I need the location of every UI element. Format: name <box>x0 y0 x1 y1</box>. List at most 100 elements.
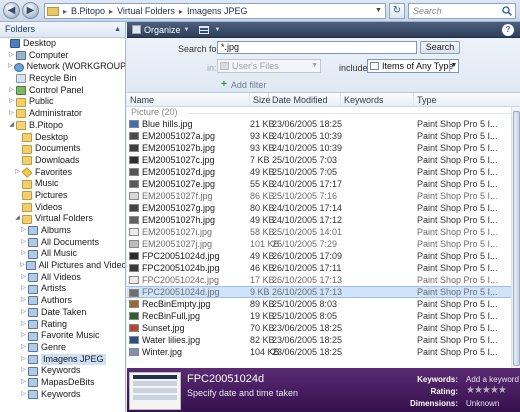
file-row[interactable]: EM20051027i.jpg 58 KB 25/10/2005 14:01 Pain… <box>127 226 520 238</box>
tree-item[interactable]: Pictures <box>0 190 125 202</box>
file-row[interactable]: FPC20051024d.jpg 49 KB 26/10/2005 17:09 Pai… <box>127 250 520 262</box>
file-row[interactable]: FPC20051024c.jpg 17 KB 26/10/2005 17:13 Pai… <box>127 274 520 286</box>
column-header-keywords[interactable]: Keywords <box>341 93 414 107</box>
tree-item[interactable]: ▷ Control Panel <box>0 85 125 97</box>
file-row[interactable]: FPC20051024b.jpg 46 KB 26/10/2005 17:11 Pai… <box>127 262 520 274</box>
file-row[interactable]: EM20051027d.jpg 49 KB 25/10/2005 7:05 Paint… <box>127 166 520 178</box>
file-row[interactable]: EM20051027g.jpg 80 KB 24/10/2005 17:14 Pain… <box>127 202 520 214</box>
file-row[interactable]: Winter.jpg 104 KB 23/06/2005 18:25 Paint Sh… <box>127 346 520 358</box>
expand-arrow-icon[interactable]: ▷ <box>20 330 27 342</box>
breadcrumb-item[interactable]: B.Pitopo <box>69 6 107 16</box>
tree-item[interactable]: ▷ Albums <box>0 225 125 237</box>
collapse-chevron-icon[interactable]: ▲ <box>114 22 121 37</box>
forward-button[interactable]: ▶ <box>22 2 39 19</box>
column-header-size[interactable]: Size <box>250 93 271 107</box>
expand-arrow-icon[interactable]: ▷ <box>20 237 27 249</box>
tree-item[interactable]: Downloads <box>0 155 125 167</box>
column-header-type[interactable]: Type <box>414 93 520 107</box>
tree-item[interactable]: ◢ B.Pitopo <box>0 120 125 132</box>
expand-arrow-icon[interactable]: ▷ <box>20 283 27 295</box>
vertical-scrollbar[interactable] <box>511 107 520 368</box>
tree-item[interactable]: ▷ All Music <box>0 248 125 260</box>
details-date-taken[interactable]: Specify date and time taken <box>187 388 298 398</box>
expand-arrow-icon[interactable]: ▷ <box>20 354 27 366</box>
tree-item[interactable]: Desktop <box>0 132 125 144</box>
file-row[interactable]: EM20051027h.jpg 49 KB 24/10/2005 17:12 Pain… <box>127 214 520 226</box>
address-field[interactable]: ▸ B.Pitopo ▸ Virtual Folders ▸ Imagens J… <box>44 3 374 19</box>
tree-item[interactable]: Videos <box>0 202 125 214</box>
file-row[interactable]: Water lilies.jpg 82 KB 23/06/2005 18:25 Pai… <box>127 334 520 346</box>
search-button[interactable]: Search <box>420 41 460 54</box>
tree-item[interactable]: Documents <box>0 143 125 155</box>
expand-arrow-icon[interactable]: ▷ <box>20 225 27 237</box>
expand-arrow-icon[interactable]: ▷ <box>8 61 13 73</box>
breadcrumb-item[interactable]: Imagens JPEG <box>185 6 250 16</box>
expand-arrow-icon[interactable]: ▷ <box>20 248 27 260</box>
tree-item[interactable]: ▷ Genre <box>0 342 125 354</box>
file-row[interactable]: Blue hills.jpg 21 KB 23/06/2005 18:25 Paint… <box>127 118 520 130</box>
expand-arrow-icon[interactable]: ▷ <box>20 307 27 319</box>
file-row[interactable]: EM20051027j.jpg 101 KB 25/10/2005 7:29 Pain… <box>127 238 520 250</box>
back-button[interactable]: ◀ <box>3 2 20 19</box>
expand-arrow-icon[interactable]: ▷ <box>20 377 27 389</box>
tree-item[interactable]: ▷ MapasDeBits <box>0 377 125 389</box>
tree-item[interactable]: ▷ Administrator <box>0 108 125 120</box>
rating-stars[interactable]: ★★★★★ <box>466 385 507 396</box>
file-row[interactable]: EM20051027c.jpg 7 KB 25/10/2005 7:03 Paint … <box>127 154 520 166</box>
search-for-input[interactable]: *.jpg <box>217 41 417 54</box>
tree-item[interactable]: ▷ Date Taken <box>0 307 125 319</box>
expand-arrow-icon[interactable]: ▷ <box>8 96 15 108</box>
file-row[interactable]: EM20051027a.jpg 93 KB 24/10/2005 10:39 Pain… <box>127 130 520 142</box>
tree-item[interactable]: ▷ Rating <box>0 319 125 331</box>
file-row[interactable]: Sunset.jpg 70 KB 23/06/2005 18:25 Paint Sho… <box>127 322 520 334</box>
tree-item[interactable]: Recycle Bin <box>0 73 125 85</box>
file-row[interactable]: EM20051027e.jpg 55 KB 24/10/2005 17:17 Pain… <box>127 178 520 190</box>
file-row[interactable]: EM20051027b.jpg 93 KB 24/10/2005 10:39 Pain… <box>127 142 520 154</box>
scrollbar-thumb[interactable] <box>513 111 520 366</box>
expand-arrow-icon[interactable]: ▷ <box>8 108 15 120</box>
tree-item[interactable]: ▷ All Pictures and Videos <box>0 260 125 272</box>
expand-arrow-icon[interactable]: ▷ <box>20 272 27 284</box>
help-button[interactable]: ? <box>502 23 514 36</box>
tree-item[interactable]: ▷ Keywords <box>0 389 125 401</box>
file-row[interactable]: EM20051027f.jpg 86 KB 25/10/2005 7:16 Paint… <box>127 190 520 202</box>
expand-arrow-icon[interactable]: ▷ <box>20 342 27 354</box>
tree-item[interactable]: ▷ Artists <box>0 283 125 295</box>
file-row[interactable]: RecBinEmpty.jpg 89 KB 25/10/2005 8:03 Paint… <box>127 298 520 310</box>
views-button[interactable]: ▼ <box>194 22 225 38</box>
expand-arrow-icon[interactable]: ▷ <box>20 389 27 401</box>
tree-item[interactable]: ◢ Virtual Folders <box>0 213 125 225</box>
search-input[interactable]: Search <box>408 3 516 19</box>
expand-arrow-icon[interactable]: ▷ <box>8 85 15 97</box>
expand-arrow-icon[interactable]: ▷ <box>20 260 25 272</box>
tree-item[interactable]: ▷ Favorite Music <box>0 330 125 342</box>
tree-item[interactable]: ▷ Computer <box>0 50 125 62</box>
breadcrumb-item[interactable]: Virtual Folders <box>115 6 177 16</box>
tree-item[interactable]: Music <box>0 178 125 190</box>
expand-arrow-icon[interactable]: ▷ <box>20 295 27 307</box>
expand-arrow-icon[interactable]: ▷ <box>14 167 21 179</box>
tree-item[interactable]: Desktop <box>0 38 125 50</box>
expand-arrow-icon[interactable]: ▷ <box>20 319 27 331</box>
column-header-name[interactable]: Name <box>127 93 250 107</box>
group-header[interactable]: Picture (20) <box>127 107 520 118</box>
refresh-button[interactable]: ↻ <box>389 3 405 19</box>
column-header-date-modified[interactable]: Date Modified <box>269 93 341 107</box>
expand-arrow-icon[interactable]: ◢ <box>14 213 21 225</box>
expand-arrow-icon[interactable]: ▷ <box>20 365 27 377</box>
expand-arrow-icon[interactable]: ▷ <box>8 50 15 62</box>
tree-item[interactable]: ▷ Imagens JPEG <box>0 353 125 366</box>
expand-arrow-icon[interactable]: ◢ <box>8 120 15 132</box>
tree-item[interactable]: ▷ All Documents <box>0 237 125 249</box>
tree-item[interactable]: ▷ Favorites <box>0 167 125 179</box>
tree-item[interactable]: ▷ Network (WORKGROUP) <box>0 61 125 73</box>
include-select[interactable]: Items of Any Type ▼ <box>367 59 459 73</box>
tree-item[interactable]: ▷ Keywords <box>0 365 125 377</box>
file-row[interactable]: FPC20051024d.jpg 9 KB 26/10/2005 17:13 Pain… <box>127 286 520 298</box>
address-dropdown-button[interactable]: ▼ <box>372 3 386 19</box>
tree-item[interactable]: ▷ All Videos <box>0 272 125 284</box>
tree-item[interactable]: ▷ Authors <box>0 295 125 307</box>
tree-item[interactable]: ▷ Public <box>0 96 125 108</box>
file-row[interactable]: RecBinFull.jpg 19 KB 25/10/2005 8:05 Paint … <box>127 310 520 322</box>
keywords-field[interactable]: Add a keyword <box>466 375 519 384</box>
